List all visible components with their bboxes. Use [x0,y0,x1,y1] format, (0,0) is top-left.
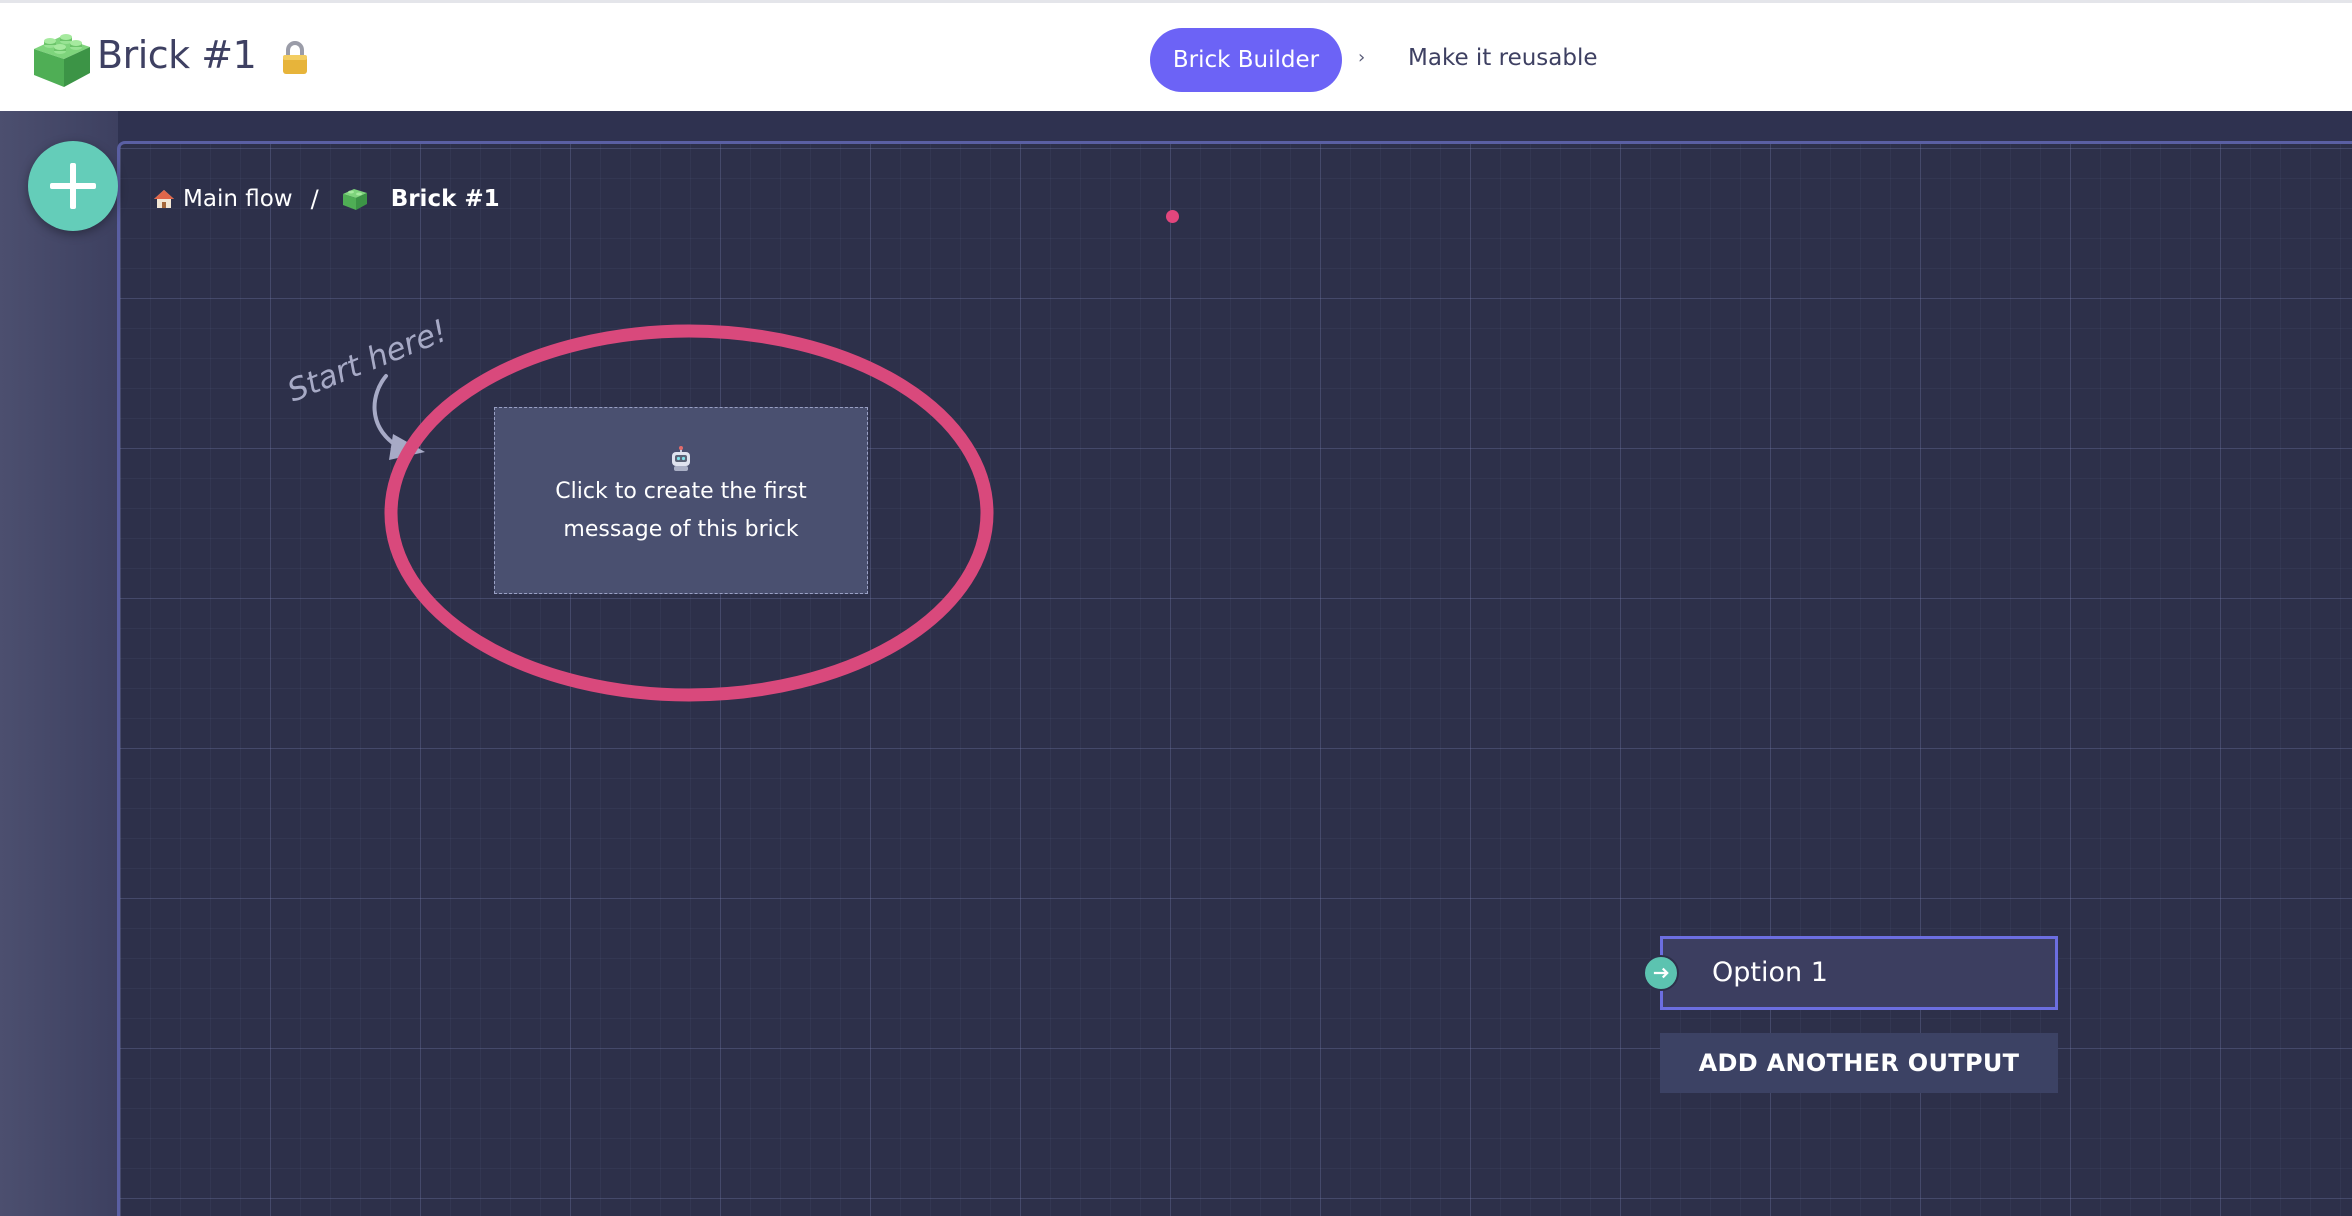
breadcrumb-current: Brick #1 [390,186,500,212]
first-message-card[interactable]: Click to create the first message of thi… [494,407,868,594]
robot-icon [672,446,690,471]
output-option-label: Option 1 [1712,957,1828,988]
output-option-1[interactable]: Option 1 [1660,936,2058,1010]
step-brick-builder[interactable]: Brick Builder [1150,28,1342,92]
step-chevron-icon: › [1358,47,1366,68]
add-another-output-button[interactable]: ADD ANOTHER OUTPUT [1660,1033,2058,1093]
lock-icon[interactable] [280,40,310,76]
breadcrumb: Main flow / Brick #1 [153,181,500,217]
breadcrumb-separator: / [310,185,319,213]
page-title[interactable]: Brick #1 [97,33,257,77]
step-make-reusable[interactable]: Make it reusable [1408,45,1598,71]
canvas-marker-dot [1166,210,1179,223]
output-connector-arrow-icon[interactable] [1643,955,1679,991]
breadcrumb-main-flow[interactable]: Main flow [183,186,293,212]
first-message-text: Click to create the first message of thi… [555,479,807,542]
add-block-button[interactable] [28,141,118,231]
house-icon [154,190,174,208]
brick-logo-icon [34,34,90,87]
top-bar: Brick #1 Brick Builder › Make it reusabl… [0,0,2352,111]
left-rail [0,111,118,1216]
brick-icon [342,189,367,210]
